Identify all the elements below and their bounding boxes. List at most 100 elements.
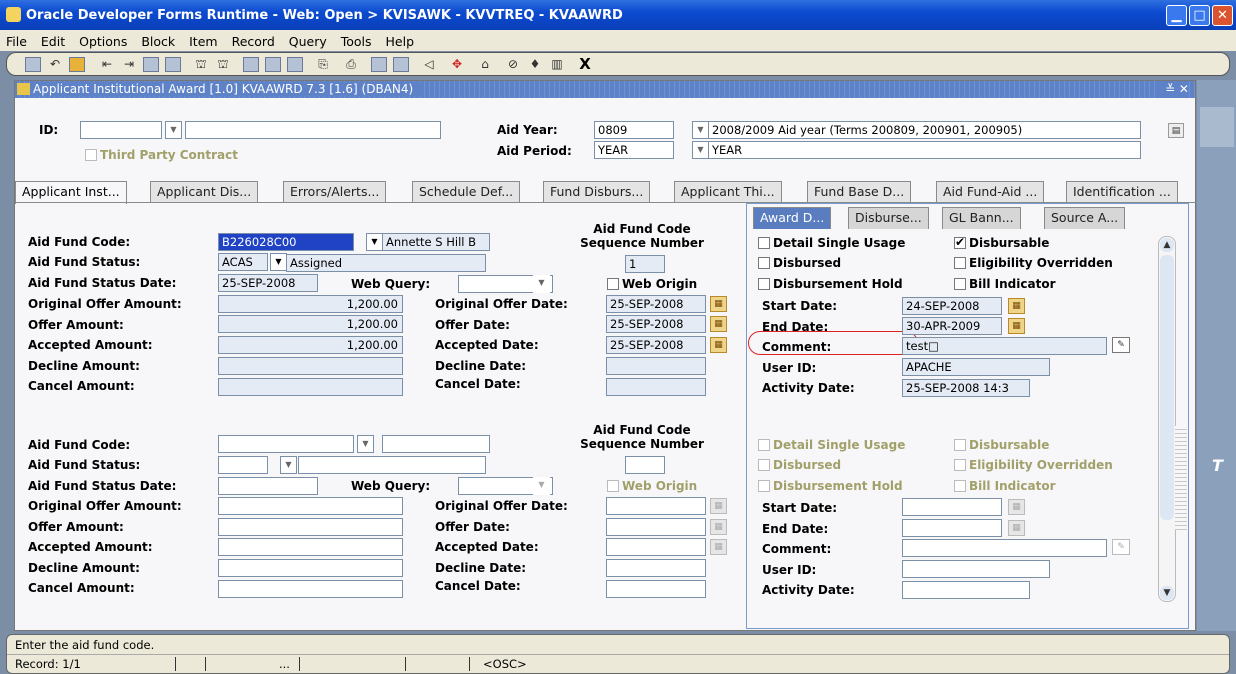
rollback-icon[interactable]: ↶ (47, 57, 63, 72)
remove-record-icon[interactable] (265, 57, 281, 72)
tab-errors-alerts[interactable]: Errors/Alerts... (283, 181, 387, 203)
tab-schedule-def[interactable]: Schedule Def... (412, 181, 521, 203)
scroll-up-icon[interactable]: ▲ (1160, 238, 1174, 252)
comment-field[interactable]: test□ (902, 337, 1107, 355)
navigate-icon[interactable]: ✥ (449, 57, 465, 72)
disbursed-checkbox[interactable] (758, 257, 770, 269)
aid-fund-code-lov-button[interactable]: ▼ (366, 233, 383, 251)
calendar-icon[interactable]: ▦ (710, 337, 727, 353)
menu-record[interactable]: Record (232, 34, 275, 49)
aid-period-lov-button[interactable]: ▼ (692, 141, 709, 159)
rtab-source[interactable]: Source A... (1044, 207, 1126, 229)
calendar-icon[interactable]: ▦ (710, 539, 727, 555)
web-query-dropdown-icon[interactable]: ▼ (533, 477, 550, 495)
list-icon[interactable]: ⌂ (477, 57, 493, 72)
decline-amount-field[interactable] (218, 559, 403, 577)
book-icon[interactable]: ▥ (549, 57, 565, 72)
calendar-icon[interactable]: ▦ (1008, 318, 1025, 334)
eligibility-overridden-checkbox[interactable] (954, 257, 966, 269)
rtab-gl-bann[interactable]: GL Bann... (942, 207, 1021, 229)
calendar-icon[interactable]: ▦ (710, 316, 727, 332)
web-query-dropdown-icon[interactable]: ▼ (533, 275, 550, 293)
aid-fund-status-date-field[interactable] (218, 477, 318, 495)
cancel-date-field[interactable] (606, 580, 706, 598)
edit-pencil-icon[interactable]: ✎ (1112, 337, 1130, 353)
id-lov-button[interactable]: ▼ (165, 121, 182, 139)
menu-file[interactable]: File (6, 34, 27, 49)
calendar-icon[interactable]: ▦ (1008, 520, 1025, 536)
cancel-amount-field[interactable] (218, 580, 403, 598)
third-party-checkbox[interactable] (85, 149, 97, 161)
disbursement-hold-checkbox[interactable] (758, 278, 770, 290)
execute-query-icon[interactable]: ⛫ (215, 57, 231, 72)
menu-item[interactable]: Item (189, 34, 217, 49)
offer-date-field[interactable]: 25-SEP-2008 (606, 315, 706, 333)
id-field[interactable] (80, 121, 162, 139)
disbursable-checkbox[interactable] (954, 235, 966, 249)
calendar-icon[interactable]: ▦ (1008, 298, 1025, 314)
aid-fund-status-field[interactable] (218, 456, 268, 474)
disbursement-hold-checkbox[interactable] (758, 480, 770, 492)
aid-fund-code-field[interactable] (218, 435, 354, 453)
eligibility-overridden-checkbox[interactable] (954, 459, 966, 471)
aid-fund-status-date-field[interactable]: 25-SEP-2008 (218, 274, 318, 292)
accepted-amount-field[interactable] (218, 538, 403, 556)
save-icon[interactable] (25, 57, 41, 72)
detail-single-usage-checkbox[interactable] (758, 237, 770, 249)
insert-record-icon[interactable] (243, 57, 259, 72)
previous-block-icon[interactable]: ⇤ (99, 57, 115, 72)
cancel-amount-field[interactable] (218, 378, 403, 396)
tab-identification[interactable]: Identification ... (1066, 181, 1178, 203)
aid-fund-status-lov-button[interactable]: ▼ (270, 253, 287, 271)
tab-fund-disburs[interactable]: Fund Disburs... (543, 181, 651, 203)
minimize-button[interactable]: ▁ (1166, 5, 1187, 26)
calendar-icon[interactable]: ▦ (1008, 499, 1025, 515)
user-id-field[interactable]: APACHE (902, 358, 1050, 376)
aid-period-field[interactable]: YEAR (594, 141, 674, 159)
end-date-field[interactable]: 30-APR-2009 (902, 317, 1002, 335)
close-button[interactable]: ✕ (1212, 5, 1233, 26)
id-name-field[interactable] (185, 121, 441, 139)
original-offer-date-field[interactable] (606, 497, 706, 515)
calendar-icon[interactable]: ▦ (710, 519, 727, 535)
aid-fund-code-lov-button[interactable]: ▼ (357, 435, 374, 453)
bill-indicator-checkbox[interactable] (954, 480, 966, 492)
tab-applicant-dis[interactable]: Applicant Dis... (150, 181, 259, 203)
tab-applicant-thi[interactable]: Applicant Thi... (674, 181, 782, 203)
aid-year-lov-button[interactable]: ▼ (692, 121, 709, 139)
block-icon[interactable] (371, 57, 387, 72)
exit-x-icon[interactable]: X (577, 57, 593, 72)
decline-amount-field[interactable] (218, 357, 403, 375)
decline-date-field[interactable] (606, 559, 706, 577)
calendar-icon[interactable]: ▦ (710, 296, 727, 312)
end-date-field[interactable] (902, 519, 1002, 537)
aid-fund-status-field[interactable]: ACAS (218, 253, 268, 271)
accepted-amount-field[interactable]: 1,200.00 (218, 336, 403, 354)
aid-fund-code-field[interactable]: B226028C00 (218, 233, 354, 251)
maximize-button[interactable]: □ (1189, 5, 1210, 26)
original-offer-amount-field[interactable]: 1,200.00 (218, 295, 403, 313)
clear-record-icon[interactable] (287, 57, 303, 72)
help-speaker-icon[interactable]: ◁ (421, 57, 437, 72)
print-icon[interactable]: ⎙ (343, 57, 359, 72)
comment-field[interactable] (902, 539, 1107, 557)
vertical-scrollbar[interactable]: ▲ ▼ (1158, 236, 1176, 602)
scroll-thumb[interactable] (1160, 255, 1174, 520)
sequence-number-field[interactable] (625, 456, 665, 474)
tab-aid-fund-aid[interactable]: Aid Fund-Aid ... (936, 181, 1045, 203)
disbursed-checkbox[interactable] (758, 459, 770, 471)
original-offer-date-field[interactable]: 25-SEP-2008 (606, 295, 706, 313)
bill-indicator-checkbox[interactable] (954, 278, 966, 290)
key-block-button[interactable]: ▤ (1168, 123, 1184, 138)
offer-amount-field[interactable]: 1,200.00 (218, 315, 403, 333)
help-icon[interactable]: ⊘ (505, 57, 521, 72)
form-window-controls[interactable]: ≚ ✕ (1159, 81, 1189, 98)
duplicate-record-icon[interactable]: ⎘ (315, 57, 331, 72)
splitter-handle[interactable] (1175, 426, 1187, 530)
activity-date-field[interactable] (902, 581, 1030, 599)
start-date-field[interactable] (902, 498, 1002, 516)
accepted-date-field[interactable]: 25-SEP-2008 (606, 336, 706, 354)
original-offer-amount-field[interactable] (218, 497, 403, 515)
accepted-date-field[interactable] (606, 538, 706, 556)
menu-edit[interactable]: Edit (41, 34, 65, 49)
